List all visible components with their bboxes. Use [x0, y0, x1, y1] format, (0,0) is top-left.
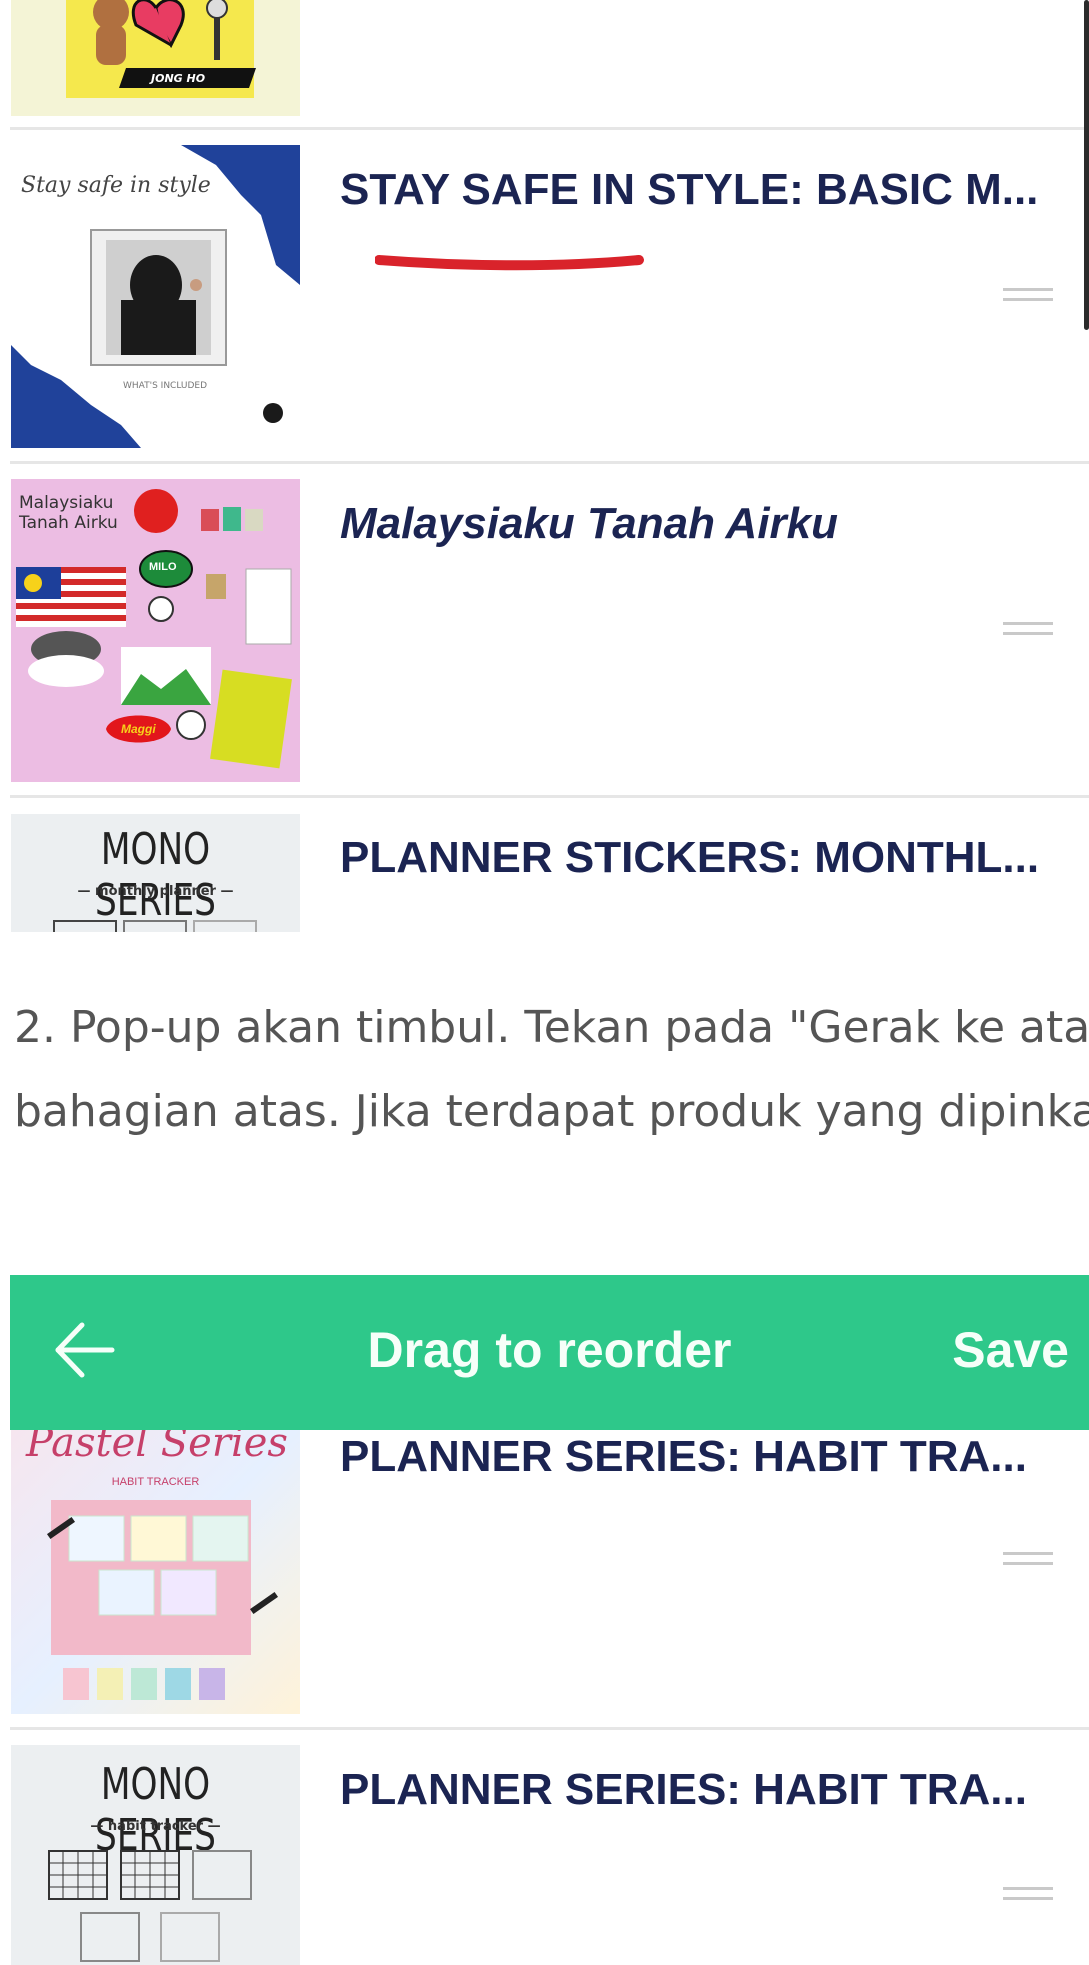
thumb-title-line2: Tanah Airku: [19, 513, 118, 533]
instruction-line-1: 2. Pop-up akan timbul. Tekan pada "Gerak…: [14, 1002, 1089, 1053]
product-title: PLANNER STICKERS: MONTHL...: [340, 833, 1040, 882]
red-underline-annotation: [375, 255, 644, 271]
reorder-header-bar: Drag to reorder Save: [10, 1275, 1089, 1430]
product-title: PLANNER SERIES: HABIT TRA...: [340, 1765, 1027, 1814]
jong-ho-label: JONG HO: [151, 72, 206, 85]
thumb-title: Malaysiaku Tanah Airku: [19, 493, 118, 533]
thumb-subtitle: — monthly planner —: [77, 884, 234, 899]
drag-handle-icon[interactable]: [1003, 1887, 1053, 1907]
milo-label: MILO: [149, 561, 177, 573]
reorder-title: Drag to reorder: [367, 1322, 732, 1378]
thumb-title: MONO SERIES: [95, 824, 216, 926]
product-title: Malaysiaku Tanah Airku: [340, 499, 839, 548]
save-button[interactable]: Save: [952, 1321, 1069, 1379]
product-title: PLANNER SERIES: HABIT TRA...: [340, 1432, 1027, 1481]
instruction-line-2: bahagian atas. Jika terdapat produk yang…: [14, 1086, 1089, 1137]
product-thumbnail-top: JONG HO: [11, 0, 300, 116]
product-thumbnail: MONO SERIES — habit tracker —: [11, 1745, 300, 1965]
divider: [10, 1727, 1089, 1730]
product-title: STAY SAFE IN STYLE: BASIC M...: [340, 165, 1039, 214]
drag-handle-icon[interactable]: [1003, 1552, 1053, 1572]
product-thumbnail: MONO SERIES — monthly planner —: [11, 814, 300, 932]
product-thumbnail: Pastel Series HABIT TRACKER: [11, 1430, 300, 1714]
product-thumbnail: Malaysiaku Tanah Airku MILO Maggi: [11, 479, 300, 782]
thumb-title: Stay safe in style: [21, 173, 211, 198]
drag-handle-icon[interactable]: [1003, 622, 1053, 642]
thumb-subtitle: WHAT'S INCLUDED: [123, 381, 208, 391]
maggi-label: Maggi: [121, 722, 156, 736]
product-thumbnail: Stay safe in style WHAT'S INCLUDED: [11, 145, 300, 448]
sticker-icons: [93, 0, 256, 88]
thumb-title-line1: Malaysiaku: [19, 493, 114, 513]
drag-handle-icon[interactable]: [1003, 288, 1053, 308]
